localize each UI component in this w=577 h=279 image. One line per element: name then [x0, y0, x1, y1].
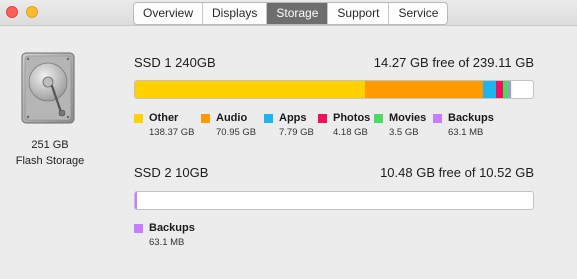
- legend-category: Backups: [448, 112, 494, 124]
- toolbar-divider: [0, 25, 577, 26]
- usage-segment-apps: [483, 81, 497, 98]
- legend-category: Movies: [389, 112, 427, 124]
- legend-swatch: [134, 224, 143, 233]
- legend-size: 3.5 GB: [389, 127, 419, 138]
- legend-swatch: [134, 114, 143, 123]
- device-type: Flash Storage: [15, 155, 85, 167]
- legend-swatch: [374, 114, 383, 123]
- device-summary: 251 GB Flash Storage: [0, 137, 100, 169]
- drive-2-name: SSD 2 10GB: [134, 165, 209, 180]
- legend-swatch: [264, 114, 273, 123]
- usage-segment-audio: [365, 81, 484, 98]
- legend-size: 7.79 GB: [279, 127, 314, 138]
- legend-swatch: [433, 114, 442, 123]
- usage-segment-other: [135, 81, 366, 98]
- usage-segment-backups: [135, 192, 138, 209]
- tab-service[interactable]: Service: [389, 3, 447, 24]
- drive-1-usage-bar: [134, 80, 534, 99]
- legend-size: 63.1 MB: [149, 237, 185, 248]
- storage-panel: 251 GB Flash Storage SSD 1 240GB 14.27 G…: [0, 38, 577, 279]
- drive-2-free-space: 10.48 GB free of 10.52 GB: [380, 165, 534, 180]
- tab-storage[interactable]: Storage: [267, 3, 329, 24]
- legend-swatch: [318, 114, 327, 123]
- legend-size: 63.1 MB: [448, 127, 484, 138]
- drive-2-usage-bar: [134, 191, 534, 210]
- hard-drive-icon: [21, 52, 75, 124]
- legend-category: Apps: [279, 112, 307, 124]
- minimize-window-button[interactable]: [26, 6, 38, 18]
- legend-category: Audio: [216, 112, 248, 124]
- tab-bar: Overview Displays Storage Support Servic…: [133, 2, 449, 25]
- usage-segment-backups: [509, 81, 512, 98]
- legend-size: 70.95 GB: [216, 127, 257, 138]
- legend-category: Other: [149, 112, 179, 124]
- drive-1-name: SSD 1 240GB: [134, 55, 216, 70]
- legend-category: Backups: [149, 222, 195, 234]
- legend-swatch: [201, 114, 210, 123]
- legend-size: 138.37 GB: [149, 127, 195, 138]
- legend-size: 4.18 GB: [333, 127, 368, 138]
- tab-support[interactable]: Support: [328, 3, 390, 24]
- tab-displays[interactable]: Displays: [203, 3, 268, 24]
- window-toolbar: Overview Displays Storage Support Servic…: [0, 0, 577, 25]
- usage-segment-photos: [496, 81, 504, 98]
- drive-1-free-space: 14.27 GB free of 239.11 GB: [373, 55, 534, 70]
- legend-category: Photos: [333, 112, 371, 124]
- device-capacity: 251 GB: [31, 139, 69, 151]
- tab-overview[interactable]: Overview: [134, 3, 204, 24]
- close-window-button[interactable]: [6, 6, 18, 18]
